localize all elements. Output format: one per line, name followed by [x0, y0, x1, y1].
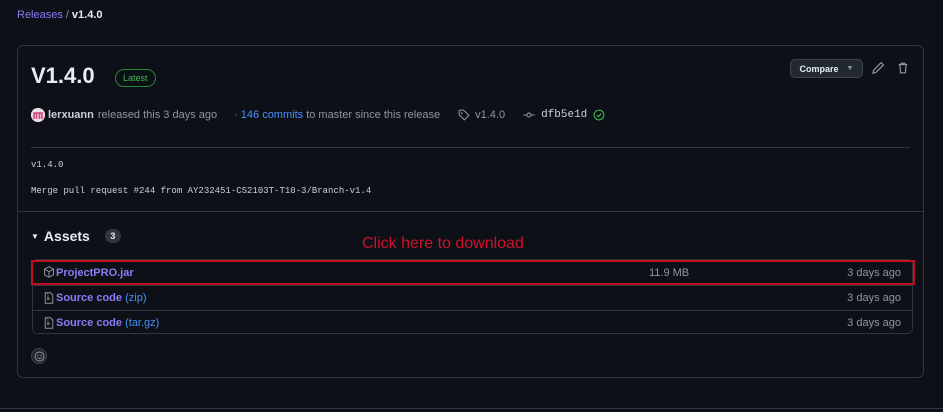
release-body-line-1: v1.4.0: [31, 160, 64, 170]
git-commit-icon: [523, 112, 535, 118]
commit-sha: dfb5e1d: [541, 109, 588, 121]
asset-link-zip[interactable]: Source code (zip): [56, 292, 146, 304]
asset-date: 3 days ago: [847, 292, 901, 304]
divider: [18, 211, 923, 212]
breadcrumb-separator: /: [65, 9, 69, 21]
check-circle-icon: [593, 109, 605, 121]
latest-badge: Latest: [115, 69, 156, 87]
chevron-down-icon: ▼: [846, 65, 854, 72]
assets-heading: Assets: [43, 228, 90, 244]
commits-link[interactable]: 146 commits: [241, 109, 303, 121]
breadcrumb-current: v1.4.0: [71, 9, 103, 21]
package-icon: [43, 266, 55, 278]
assets-list: ProjectPRO.jar 11.9 MB 3 days ago Source…: [32, 259, 913, 334]
assets-count-badge: 3: [104, 229, 121, 243]
divider: [0, 408, 943, 409]
commits-info: · 146 commits to master since this releas…: [234, 109, 440, 121]
breadcrumb: Releases / v1.4.0: [17, 9, 103, 21]
asset-row-jar: ProjectPRO.jar 11.9 MB 3 days ago: [33, 260, 912, 285]
compare-label: Compare: [799, 63, 839, 74]
commits-suffix: to master since this release: [306, 109, 441, 121]
release-card: V1.4.0 Latest Compare ▼ lerxuann release…: [17, 45, 924, 378]
tag-icon: [458, 109, 470, 121]
breadcrumb-releases-link[interactable]: Releases: [17, 9, 63, 21]
trash-icon[interactable]: [896, 61, 910, 75]
author-link[interactable]: lerxuann: [48, 109, 94, 121]
commit-sha-link[interactable]: dfb5e1d: [523, 109, 605, 121]
asset-size: 11.9 MB: [649, 266, 690, 279]
asset-link-targz[interactable]: Source code (tar.gz): [56, 317, 159, 329]
tag-label: v1.4.0: [475, 109, 506, 121]
bullet: ·: [234, 109, 238, 121]
asset-row-zip: Source code (zip) 3 days ago: [33, 285, 912, 310]
release-body-line-2: Merge pull request #244 from AY232451-CS…: [31, 186, 372, 196]
download-annotation: Click here to download: [362, 235, 524, 252]
assets-toggle[interactable]: ▼ Assets 3: [31, 228, 121, 244]
tag-link[interactable]: v1.4.0: [458, 109, 505, 121]
asset-date: 3 days ago: [847, 316, 901, 329]
asset-date: 3 days ago: [847, 266, 901, 279]
asset-link-jar[interactable]: ProjectPRO.jar: [56, 267, 134, 279]
release-title: V1.4.0: [31, 63, 95, 88]
release-meta: lerxuann released this 3 days ago · 146 c…: [31, 108, 605, 122]
avatar[interactable]: [31, 108, 45, 122]
file-zip-icon: [43, 292, 55, 304]
add-reaction-button[interactable]: [31, 348, 47, 364]
divider: [31, 147, 910, 148]
compare-button[interactable]: Compare ▼: [790, 59, 863, 78]
pencil-icon[interactable]: [871, 61, 885, 75]
released-text: released this 3 days ago: [97, 109, 218, 121]
file-zip-icon: [43, 317, 55, 329]
triangle-down-icon: ▼: [31, 231, 39, 241]
asset-row-targz: Source code (tar.gz) 3 days ago: [33, 310, 912, 334]
smiley-icon: [34, 351, 44, 361]
